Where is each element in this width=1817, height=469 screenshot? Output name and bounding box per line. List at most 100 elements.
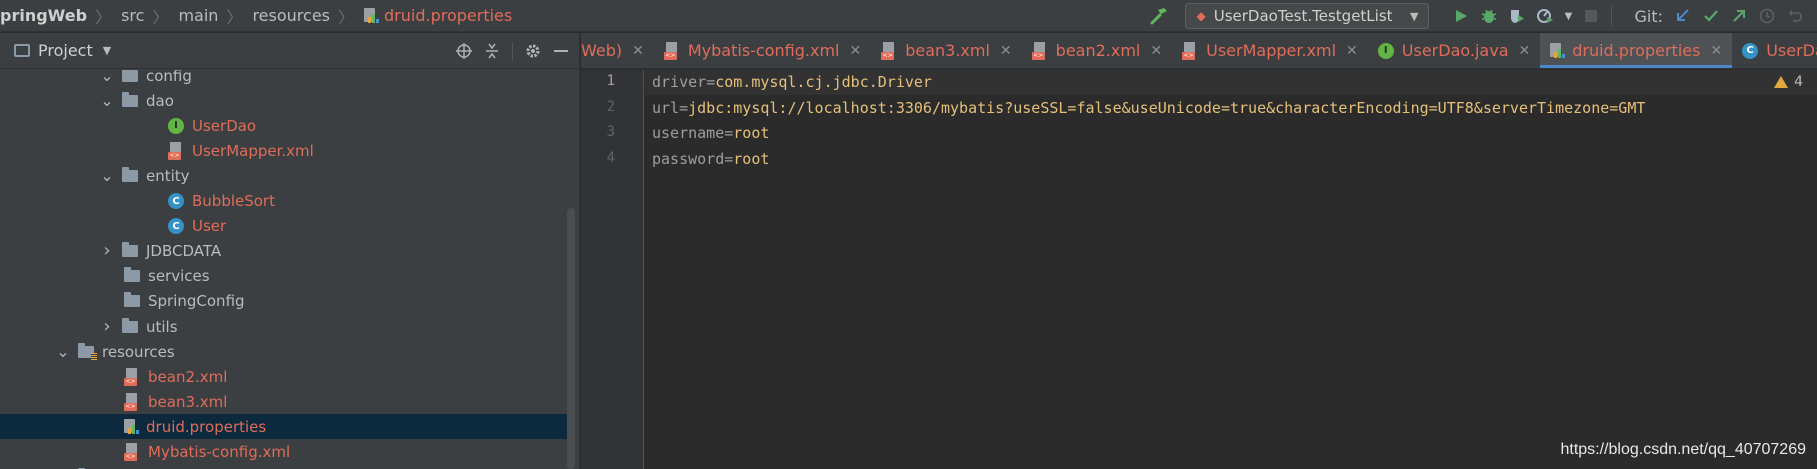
tree-item[interactable]: <> bean2.xml bbox=[0, 364, 570, 389]
editor-tab[interactable]: <> Mybatis-config.xml ✕ bbox=[654, 33, 871, 68]
locate-file-button[interactable] bbox=[450, 37, 478, 65]
close-icon[interactable]: ✕ bbox=[1150, 43, 1162, 59]
code-line[interactable]: password=root bbox=[652, 150, 769, 168]
folder-icon bbox=[122, 70, 138, 82]
close-icon[interactable]: ✕ bbox=[849, 43, 861, 59]
editor-tab[interactable]: <> bean2.xml ✕ bbox=[1022, 33, 1172, 68]
folder-icon bbox=[122, 91, 138, 107]
project-tree: ⌄ config ⌄ dao I UserDao <> UserMapper.xml ⌄ enti… bbox=[0, 70, 570, 469]
breadcrumb-resources[interactable]: resources bbox=[252, 0, 330, 31]
chevron-down-icon[interactable]: ⌄ bbox=[100, 92, 114, 108]
chevron-right-icon[interactable]: › bbox=[100, 242, 114, 260]
folder-icon bbox=[122, 317, 138, 333]
property-value: root bbox=[733, 150, 770, 169]
tree-item[interactable]: SpringConfig bbox=[0, 289, 570, 314]
hide-panel-button[interactable] bbox=[547, 37, 575, 65]
editor-tab-label: Web) bbox=[581, 41, 623, 60]
editor-tab-label: druid.properties bbox=[1572, 41, 1701, 60]
inspection-widget[interactable]: 4 bbox=[1774, 74, 1803, 90]
settings-button[interactable] bbox=[519, 37, 547, 65]
close-icon[interactable]: ✕ bbox=[1000, 43, 1012, 59]
chevron-right-icon[interactable]: › bbox=[100, 317, 114, 335]
editor-tab[interactable]: druid.properties ✕ bbox=[1540, 33, 1733, 68]
property-key: username bbox=[652, 124, 725, 143]
tree-item-label: SpringConfig bbox=[148, 292, 245, 311]
tree-item[interactable]: ⌄ resources bbox=[0, 339, 570, 364]
code-line[interactable]: username=root bbox=[652, 124, 769, 142]
breadcrumb-main[interactable]: main bbox=[178, 0, 218, 31]
code-line[interactable]: url=jdbc:mysql://localhost:3306/mybatis?… bbox=[652, 99, 1645, 117]
editor-tab[interactable]: <> UserMapper.xml ✕ bbox=[1172, 33, 1368, 68]
tree-item[interactable]: › utils bbox=[0, 314, 570, 339]
close-icon[interactable]: ✕ bbox=[1710, 43, 1722, 59]
tree-item[interactable]: services bbox=[0, 264, 570, 289]
code-editor[interactable]: driver=com.mysql.cj.jdbc.Driver url=jdbc:… bbox=[645, 70, 1817, 469]
test-class-icon: C bbox=[1742, 42, 1759, 59]
chevron-down-icon[interactable]: ⌄ bbox=[56, 343, 70, 359]
tree-item[interactable]: ›webapp bbox=[0, 465, 570, 469]
git-label: Git: bbox=[1634, 6, 1663, 26]
chevron-down-icon[interactable]: ⌄ bbox=[100, 167, 114, 183]
tree-item-label: JDBCDATA bbox=[146, 242, 222, 261]
tree-item[interactable]: › JDBCDATA bbox=[0, 239, 570, 264]
tree-item[interactable]: C BubbleSort bbox=[0, 189, 570, 214]
tree-item[interactable]: ⌄ config bbox=[0, 70, 570, 88]
tree-item[interactable]: ⌄ entity bbox=[0, 163, 570, 188]
line-number: 1 bbox=[606, 73, 615, 89]
run-icon bbox=[1456, 10, 1468, 22]
breadcrumb-separator-icon: 〉 bbox=[226, 7, 243, 27]
close-icon[interactable]: ✕ bbox=[632, 43, 644, 59]
git-push-button[interactable] bbox=[1725, 2, 1753, 30]
editor-tab[interactable]: Web) ✕ bbox=[581, 33, 654, 68]
close-icon[interactable]: ✕ bbox=[1519, 43, 1531, 59]
stop-button[interactable] bbox=[1577, 2, 1605, 30]
breadcrumb-src[interactable]: src bbox=[121, 0, 144, 31]
coverage-button[interactable] bbox=[1503, 2, 1531, 30]
breadcrumb-file[interactable]: druid.properties bbox=[364, 0, 512, 31]
tree-item[interactable]: ⌄ dao bbox=[0, 88, 570, 113]
run-configuration-label: UserDaoTest.TestgetList bbox=[1213, 7, 1393, 25]
tree-item[interactable]: <> Mybatis-config.xml bbox=[0, 440, 570, 465]
run-button[interactable] bbox=[1447, 2, 1475, 30]
editor-tab[interactable]: C UserDaoTest.java bbox=[1732, 33, 1817, 68]
build-hammer-icon[interactable] bbox=[1147, 4, 1171, 28]
arrow-up-right-icon bbox=[1733, 10, 1745, 22]
tree-item-label: User bbox=[192, 217, 227, 236]
tree-item[interactable]: I UserDao bbox=[0, 113, 570, 138]
close-icon[interactable]: ✕ bbox=[1346, 43, 1358, 59]
breadcrumb-project[interactable]: pringWeb bbox=[0, 0, 87, 31]
breadcrumb-separator-icon: 〉 bbox=[95, 7, 112, 27]
tree-item[interactable]: druid.properties bbox=[0, 414, 570, 440]
code-line[interactable]: driver=com.mysql.cj.jdbc.Driver bbox=[652, 73, 932, 91]
properties-file-icon bbox=[124, 418, 139, 435]
toolbar-divider bbox=[1611, 6, 1613, 26]
editor-tab[interactable]: <> bean3.xml ✕ bbox=[871, 33, 1021, 68]
project-view-title[interactable]: Project bbox=[38, 41, 93, 60]
debug-button[interactable] bbox=[1475, 2, 1503, 30]
tree-item[interactable]: <> UserMapper.xml bbox=[0, 138, 570, 163]
watermark-url: https://blog.csdn.net/qq_40707269 bbox=[1560, 441, 1806, 458]
property-key: password bbox=[652, 150, 725, 169]
git-update-button[interactable] bbox=[1669, 2, 1697, 30]
property-key: url bbox=[652, 98, 680, 117]
run-configuration-select[interactable]: ◆ UserDaoTest.TestgetList ▼ bbox=[1185, 3, 1430, 29]
coverage-shield-icon bbox=[1511, 10, 1525, 23]
git-commit-button[interactable] bbox=[1697, 2, 1725, 30]
project-scrollbar[interactable] bbox=[567, 208, 575, 469]
chevron-down-icon[interactable]: ⌄ bbox=[100, 70, 114, 83]
tree-item[interactable]: <> bean3.xml bbox=[0, 389, 570, 414]
chevron-down-icon[interactable]: ▼ bbox=[1559, 2, 1577, 30]
profile-button[interactable] bbox=[1531, 2, 1559, 30]
chevron-down-icon[interactable]: ▼ bbox=[103, 44, 111, 57]
tree-item[interactable]: C User bbox=[0, 214, 570, 239]
class-icon: C bbox=[168, 193, 184, 209]
git-rollback-button[interactable] bbox=[1781, 2, 1809, 30]
collapse-all-button[interactable] bbox=[478, 37, 506, 65]
editor-tab[interactable]: I UserDao.java ✕ bbox=[1368, 33, 1540, 68]
assignment-operator: = bbox=[724, 124, 734, 143]
breadcrumb-file-label: druid.properties bbox=[384, 6, 513, 25]
breadcrumb-separator-icon: 〉 bbox=[152, 7, 169, 27]
git-history-button[interactable] bbox=[1753, 2, 1781, 30]
line-number-gutter: 1 2 3 4 bbox=[581, 70, 644, 469]
clock-icon bbox=[1759, 8, 1775, 24]
